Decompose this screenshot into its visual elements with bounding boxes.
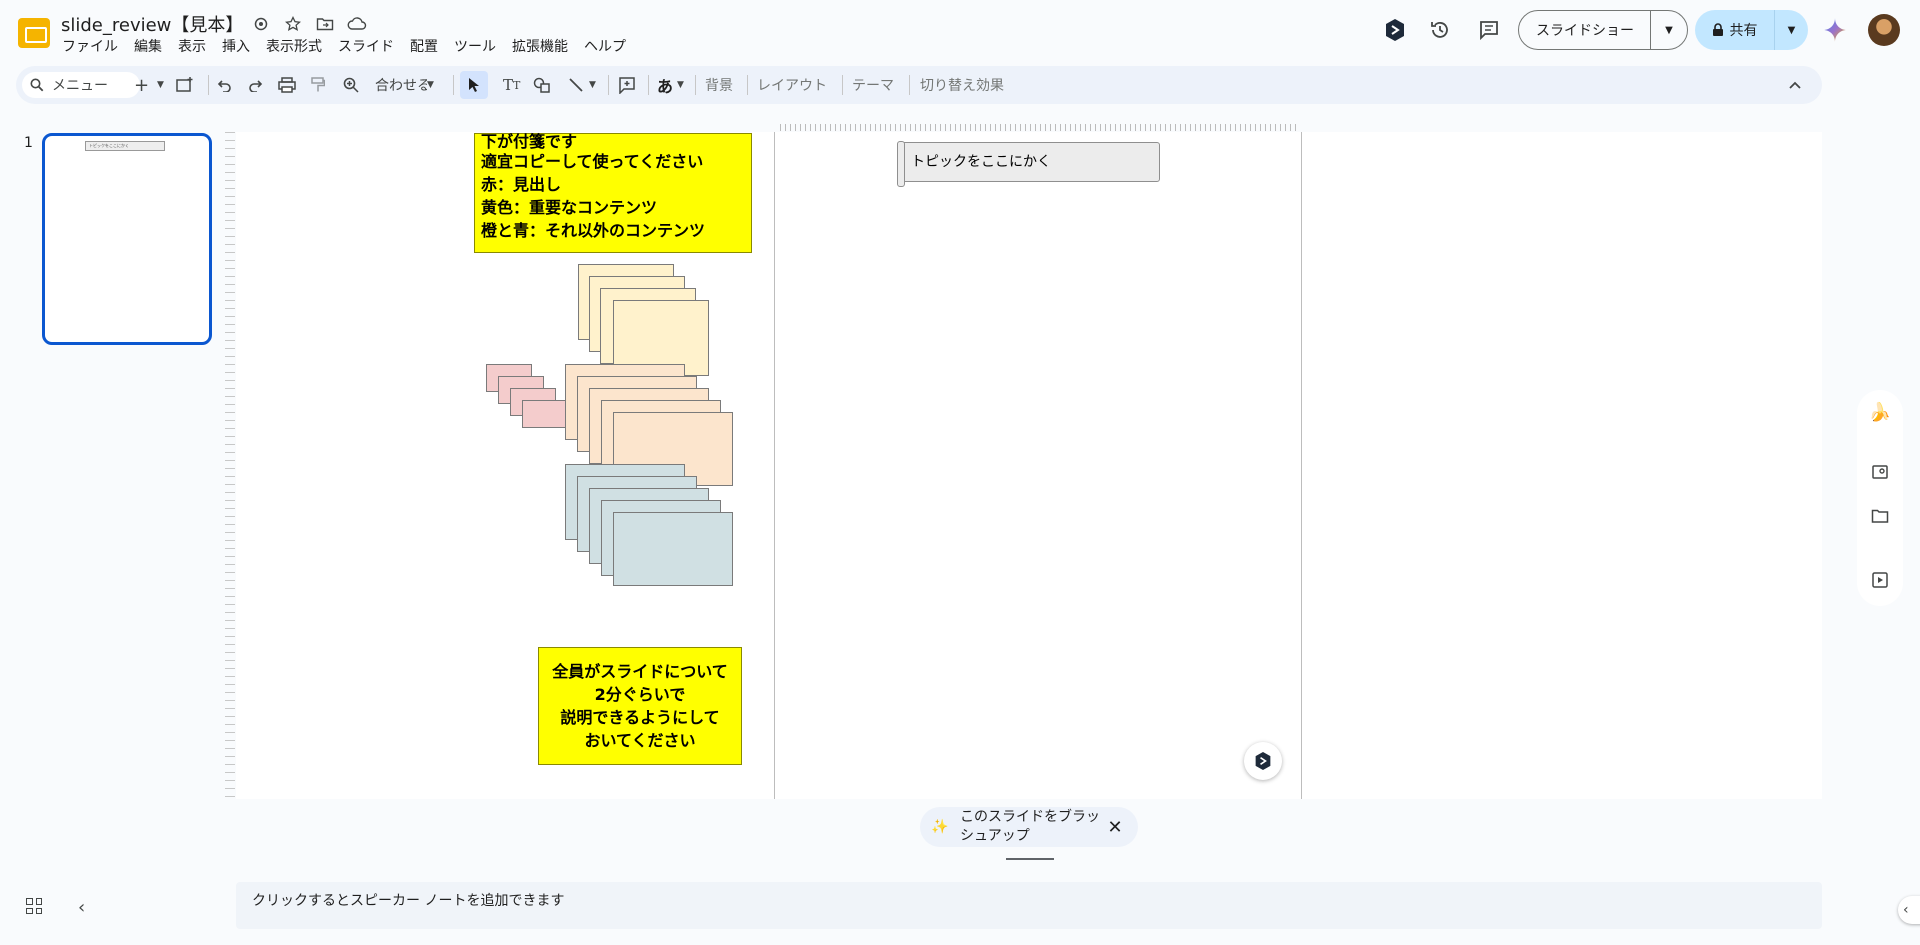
chevron-down-icon: ▼ — [677, 80, 684, 90]
horizontal-ruler — [780, 124, 1300, 131]
video-icon[interactable] — [1868, 568, 1892, 592]
zoom-label: 合わせる — [375, 78, 427, 94]
note-line: おいてください — [584, 731, 696, 750]
notes-resize-handle[interactable] — [1006, 858, 1054, 860]
speaker-notes-field[interactable]: クリックするとスピーカー ノートを追加できます — [236, 882, 1822, 929]
sticky-note-red[interactable] — [522, 400, 568, 428]
header-actions: スライドショー ▼ 共有 ▼ — [0, 10, 1920, 50]
line-dropdown-icon[interactable]: ▼ — [589, 66, 596, 104]
gemini-line: シュアップ — [960, 828, 1030, 844]
side-panel: 🍌 — [1857, 390, 1903, 606]
theme-button[interactable]: テーマ — [852, 66, 894, 104]
slideshow-label[interactable]: スライドショー — [1519, 11, 1651, 49]
sparkle-icon: ✨ — [931, 819, 949, 835]
import-slide-icon[interactable] — [176, 66, 194, 104]
note-line: 赤：見出し — [481, 175, 562, 194]
search-icon — [30, 78, 44, 92]
chevron-down-icon: ▼ — [427, 80, 434, 90]
note-line: 下が付箋です — [481, 132, 578, 151]
gemini-suggestion-chip[interactable]: ✨ このスライドをブラッ シュアップ ✕ — [920, 807, 1138, 847]
keep-icon[interactable] — [1868, 460, 1892, 484]
print-icon[interactable] — [278, 66, 296, 104]
slide-thumbnail[interactable]: トピックをここにかく — [42, 133, 212, 345]
search-placeholder: メニュー — [52, 78, 108, 94]
divider — [208, 75, 209, 95]
addon-fab[interactable] — [1244, 742, 1282, 780]
share-main[interactable]: 共有 — [1695, 10, 1775, 50]
gemini-line: このスライドをブラッ — [960, 809, 1100, 825]
menu-search[interactable]: メニュー — [22, 72, 140, 98]
addon-icon — [1255, 752, 1271, 770]
layout-button[interactable]: レイアウト — [757, 66, 827, 104]
note-line: 適宜コピーして使ってください — [481, 152, 704, 171]
redo-icon[interactable] — [247, 66, 263, 104]
zoom-select[interactable]: 合わせる ▼ — [375, 66, 434, 104]
note-line: 2分ぐらいで — [594, 685, 686, 704]
input-tools-button[interactable]: あ ▼ — [657, 66, 684, 104]
slide-number: 1 — [24, 135, 33, 151]
sticky-note-blue[interactable] — [613, 512, 733, 586]
shape-icon[interactable] — [533, 66, 551, 104]
grid-view-icon[interactable] — [26, 898, 42, 914]
divider — [747, 75, 748, 95]
transition-button[interactable]: 切り替え効果 — [920, 66, 1004, 104]
folder-icon[interactable] — [1868, 504, 1892, 528]
divider — [909, 75, 910, 95]
comment-add-icon[interactable] — [618, 66, 636, 104]
note-line: 橙と青：それ以外のコンテンツ — [481, 221, 706, 240]
share-button[interactable]: 共有 ▼ — [1695, 10, 1808, 50]
thumbnail-topic: トピックをここにかく — [85, 141, 165, 151]
divider — [648, 75, 649, 95]
note-line: 黄色：重要なコンテンツ — [481, 198, 658, 217]
note-line: 説明できるようにして — [560, 708, 720, 727]
divider — [453, 75, 454, 95]
collapse-filmstrip-icon[interactable]: ‹ — [78, 897, 85, 918]
text-box-icon[interactable]: TT — [503, 66, 520, 104]
toolbar: メニュー + ▼ 合わせる ▼ TT ▼ あ ▼ 背景 レイアウト テーマ 切り… — [16, 66, 1822, 104]
share-label: 共有 — [1729, 23, 1758, 39]
instruction-note[interactable]: 全員がスライドについて 2分ぐらいで 説明できるようにして おいてください — [538, 647, 742, 765]
addon-icon[interactable] — [1375, 10, 1415, 50]
divider — [695, 75, 696, 95]
share-dropdown-icon[interactable]: ▼ — [1775, 25, 1808, 36]
paint-format-icon[interactable] — [311, 66, 325, 104]
ime-label: あ — [657, 77, 674, 96]
collapse-toolbar-icon[interactable] — [1788, 66, 1802, 104]
instruction-note[interactable]: 下が付箋です 適宜コピーして使ってください 赤：見出し 黄色：重要なコンテンツ … — [474, 133, 752, 253]
gemini-icon[interactable] — [1823, 18, 1847, 42]
close-icon[interactable]: ✕ — [1100, 817, 1130, 838]
topic-text-box[interactable]: トピックをここにかく — [897, 141, 1160, 187]
slide-page[interactable] — [774, 132, 1302, 799]
gemini-suggestion-text: このスライドをブラッ シュアップ — [960, 808, 1100, 846]
version-history-icon[interactable] — [1420, 10, 1460, 50]
undo-icon[interactable] — [217, 66, 233, 104]
divider — [842, 75, 843, 95]
new-slide-icon[interactable]: + — [134, 66, 149, 104]
expand-side-panel-icon[interactable]: ‹ — [1898, 896, 1920, 924]
lock-icon — [1712, 23, 1723, 36]
line-icon[interactable] — [568, 66, 584, 104]
comments-icon[interactable] — [1469, 10, 1509, 50]
slideshow-dropdown-icon[interactable]: ▼ — [1651, 25, 1687, 36]
divider — [608, 75, 609, 95]
vertical-ruler — [225, 132, 235, 799]
select-tool-icon[interactable] — [460, 71, 488, 99]
background-button[interactable]: 背景 — [705, 66, 733, 104]
slideshow-button[interactable]: スライドショー ▼ — [1518, 10, 1688, 50]
new-slide-dropdown-icon[interactable]: ▼ — [157, 66, 164, 104]
zoom-icon[interactable] — [343, 66, 359, 104]
banana-icon[interactable]: 🍌 — [1868, 400, 1892, 424]
note-line: 全員がスライドについて — [552, 662, 728, 681]
avatar[interactable] — [1868, 14, 1900, 46]
